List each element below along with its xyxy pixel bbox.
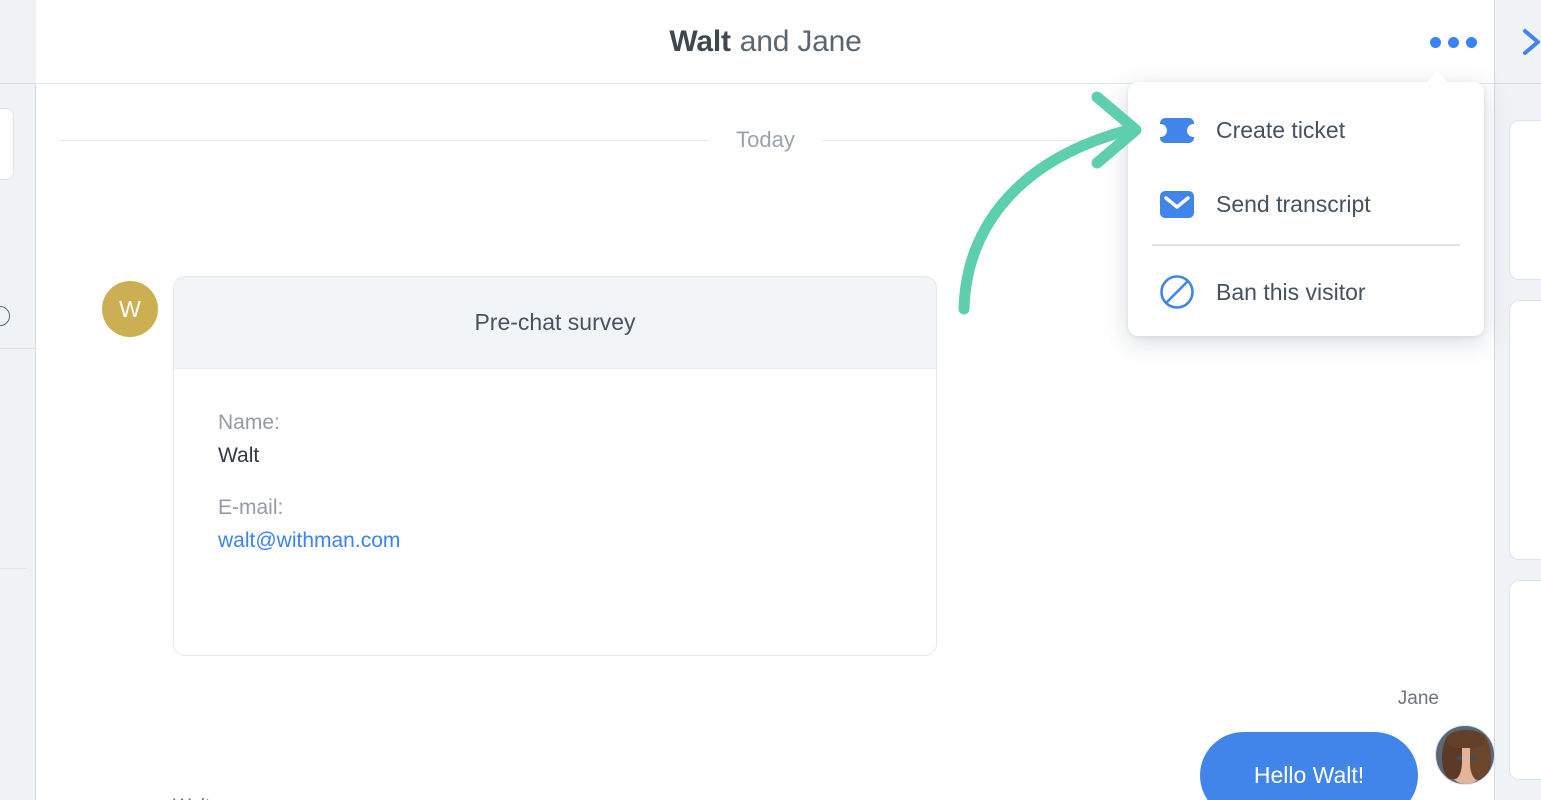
menu-item-label: Create ticket [1216, 116, 1346, 143]
message-sender-label: Jane [1397, 688, 1439, 709]
pre-chat-survey-card: Pre-chat survey Name: Walt E-mail: walt@… [173, 276, 937, 656]
right-sidebar-rail [1494, 0, 1541, 800]
message-bubble-outgoing: Hello Walt! [1200, 732, 1418, 800]
survey-card-title: Pre-chat survey [174, 277, 936, 369]
left-sidebar-divider-secondary [0, 568, 26, 569]
avatar-hair-top [1447, 730, 1485, 748]
avatar-initial: W [119, 295, 141, 322]
ellipsis-dot [1465, 36, 1477, 48]
survey-field-value: Walt [218, 444, 260, 467]
left-sidebar-pill[interactable] [0, 306, 10, 326]
more-options-menu: Create ticket Send transcript Ban this v… [1128, 71, 1484, 336]
right-sidebar-card-details[interactable] [1509, 300, 1541, 560]
page-title-agent: and Jane [739, 25, 862, 58]
ticket-icon [1154, 117, 1200, 143]
message-text: Hello Walt! [1253, 762, 1365, 788]
left-sidebar-divider [0, 348, 36, 349]
survey-card-body: Name: Walt E-mail: walt@withman.com [174, 369, 936, 553]
page-title-visitor: Walt [669, 25, 731, 58]
next-message-sender-label: Walt [173, 796, 210, 800]
chat-header: Walt and Jane [37, 0, 1494, 84]
avatar-eye [1470, 756, 1476, 760]
page-title: Walt and Jane [37, 0, 1494, 84]
menu-item-label: Send transcript [1216, 190, 1371, 217]
envelope-icon [1154, 190, 1200, 218]
menu-item-send-transcript[interactable]: Send transcript [1128, 168, 1484, 240]
survey-field-label: Name: [218, 411, 280, 434]
left-sidebar-rail [0, 0, 36, 800]
menu-item-label: Ban this visitor [1216, 278, 1366, 305]
ellipsis-horizontal-icon[interactable] [1417, 22, 1489, 62]
survey-field-value-link[interactable]: walt@withman.com [218, 529, 936, 553]
survey-field-label: E-mail: [218, 496, 284, 519]
survey-field-name: Name: Walt [218, 411, 936, 468]
menu-item-create-ticket[interactable]: Create ticket [1128, 94, 1484, 166]
divider-line-left [59, 139, 711, 141]
ban-icon [1154, 274, 1200, 310]
left-sidebar-card[interactable] [0, 108, 14, 180]
right-sidebar-card-extra[interactable] [1509, 580, 1541, 780]
ellipsis-dot [1429, 36, 1441, 48]
chevron-right-icon[interactable] [1513, 22, 1541, 62]
right-sidebar-card-profile[interactable] [1509, 120, 1541, 280]
ellipsis-dot [1447, 36, 1459, 48]
menu-divider [1152, 244, 1460, 246]
survey-field-email: E-mail: walt@withman.com [218, 496, 936, 553]
avatar [1435, 725, 1494, 785]
avatar: W [102, 281, 158, 337]
left-sidebar-header [0, 0, 36, 84]
date-divider-label: Today [736, 127, 795, 152]
menu-item-ban-visitor[interactable]: Ban this visitor [1128, 256, 1484, 328]
avatar-eye [1456, 756, 1462, 760]
